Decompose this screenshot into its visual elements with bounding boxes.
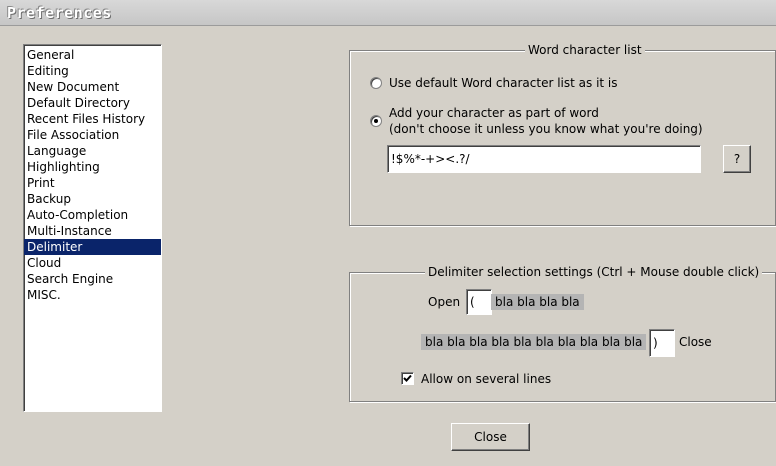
close-button[interactable]: Close [451,423,530,451]
category-item-recent-files-history[interactable]: Recent Files History [24,111,161,127]
category-item-print[interactable]: Print [24,175,161,191]
title-bar[interactable]: Preferences [0,0,776,26]
category-item-auto-completion[interactable]: Auto-Completion [24,207,161,223]
word-character-group: Word character list Use default Word cha… [349,42,776,226]
word-chars-help-button[interactable]: ? [723,145,751,173]
close-delimiter-input[interactable] [649,329,675,357]
close-button-label: Close [474,430,507,444]
close-sample-text: bla bla bla bla bla bla bla bla bla bla [421,334,647,350]
delimiter-group-title: Delimiter selection settings (Ctrl + Mou… [425,264,763,280]
category-item-file-association[interactable]: File Association [24,127,161,143]
window-title: Preferences [7,4,112,22]
category-item-search-engine[interactable]: Search Engine [24,271,161,287]
default-word-chars-radio[interactable] [370,77,382,89]
category-item-default-directory[interactable]: Default Directory [24,95,161,111]
category-list[interactable]: General Editing New Document Default Dir… [23,44,162,412]
word-chars-input[interactable] [387,145,701,173]
preferences-window: Preferences General Editing New Document… [0,0,776,466]
category-item-multi-instance[interactable]: Multi-Instance [24,223,161,239]
default-word-chars-label[interactable]: Use default Word character list as it is [389,75,618,91]
help-button-label: ? [733,152,741,166]
category-item-highlighting[interactable]: Highlighting [24,159,161,175]
category-item-delimiter[interactable]: Delimiter [24,239,161,255]
custom-word-chars-label[interactable]: Add your character as part of word [389,105,599,121]
open-delimiter-input[interactable] [466,289,492,315]
checkmark-icon [403,374,412,382]
delimiter-selection-group: Delimiter selection settings (Ctrl + Mou… [349,264,776,402]
category-item-cloud[interactable]: Cloud [24,255,161,271]
open-label: Open [428,295,461,309]
open-sample-text: bla bla bla bla [491,294,584,310]
category-item-language[interactable]: Language [24,143,161,159]
category-item-backup[interactable]: Backup [24,191,161,207]
word-character-group-title: Word character list [525,42,645,58]
category-item-editing[interactable]: Editing [24,63,161,79]
custom-word-chars-radio[interactable] [370,115,382,127]
close-label: Close [679,335,712,349]
category-item-new-document[interactable]: New Document [24,79,161,95]
custom-word-chars-warning: (don't choose it unless you know what yo… [389,122,703,136]
allow-multiline-label[interactable]: Allow on several lines [421,371,551,387]
allow-multiline-checkbox[interactable] [401,372,414,385]
category-item-general[interactable]: General [24,47,161,63]
category-item-misc[interactable]: MISC. [24,287,161,303]
